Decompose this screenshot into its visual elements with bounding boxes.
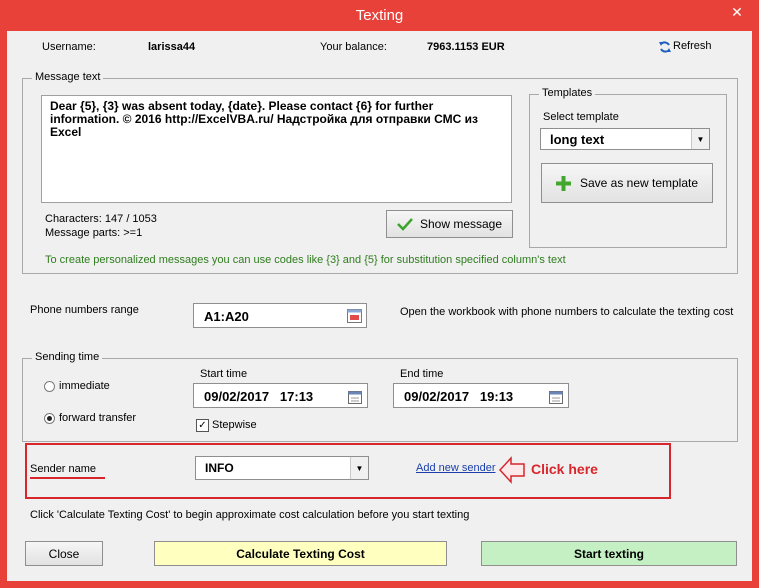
forward-transfer-radio[interactable] [44, 413, 55, 424]
show-message-label: Show message [419, 217, 503, 231]
sender-name-label: Sender name [30, 463, 97, 475]
start-time-label: Start time [200, 368, 248, 380]
username-label: Username: [42, 41, 96, 53]
calculation-hint: Click 'Calculate Texting Cost' to begin … [30, 509, 470, 521]
end-time-value: 09/02/2017 19:13 [404, 389, 514, 404]
window-title: Texting [355, 7, 404, 24]
calculate-cost-label: Calculate Texting Cost [236, 546, 365, 561]
sender-name-value: INFO [205, 461, 234, 475]
message-parts: Message parts: >=1 [45, 227, 143, 239]
save-template-label: Save as new template [579, 176, 699, 190]
balance-label: Your balance: [320, 41, 387, 53]
radio-selected-dot [47, 416, 52, 421]
close-button[interactable]: Close [25, 541, 103, 566]
sender-name-select[interactable]: INFO ▼ [195, 456, 369, 480]
refresh-icon [659, 41, 671, 53]
start-texting-label: Start texting [573, 546, 644, 561]
dialog-body: Username: larissa44 Your balance: 7963.1… [7, 31, 752, 581]
message-textarea[interactable]: Dear {5}, {3} was absent today, {date}. … [41, 95, 512, 203]
username-value: larissa44 [148, 41, 196, 53]
phone-range-label: Phone numbers range [30, 304, 139, 316]
start-time-value: 09/02/2017 17:13 [204, 389, 314, 404]
personalization-hint: To create personalized messages you can … [45, 254, 566, 266]
sending-time-group-title: Sending time [32, 351, 103, 363]
refresh-label: Refresh [673, 40, 712, 52]
calendar-icon[interactable] [348, 390, 362, 404]
immediate-label: immediate [59, 380, 110, 392]
templates-group-title: Templates [539, 87, 596, 99]
template-select-value: long text [550, 132, 605, 147]
plus-icon [555, 175, 571, 191]
end-time-input[interactable]: 09/02/2017 19:13 [393, 383, 569, 408]
checkmark-icon [397, 218, 413, 231]
immediate-radio[interactable] [44, 381, 55, 392]
arrow-left-icon [498, 456, 525, 484]
template-select[interactable]: long text ▼ [540, 128, 710, 150]
phone-range-note: Open the workbook with phone numbers to … [400, 306, 734, 318]
close-label: Close [48, 546, 80, 561]
window-frame: Texting ✕ Username: larissa44 Your balan… [0, 0, 759, 588]
click-here-annotation: Click here [531, 461, 598, 477]
phone-range-input[interactable]: A1:A20 [193, 303, 367, 328]
calendar-icon[interactable] [549, 390, 563, 404]
show-message-button[interactable]: Show message [386, 210, 513, 238]
chevron-down-icon[interactable]: ▼ [691, 129, 709, 149]
stepwise-label: Stepwise [212, 419, 257, 431]
start-texting-button[interactable]: Start texting [481, 541, 737, 566]
save-template-button[interactable]: Save as new template [541, 163, 713, 203]
phone-range-value: A1:A20 [204, 309, 249, 324]
add-new-sender-link[interactable]: Add new sender [416, 462, 496, 474]
select-template-label: Select template [543, 111, 619, 123]
balance-value: 7963.1153 EUR [427, 41, 505, 53]
stepwise-checkbox[interactable]: ✓ [196, 419, 209, 432]
end-time-label: End time [400, 368, 444, 380]
title-bar[interactable]: Texting ✕ [0, 0, 759, 30]
calculate-cost-button[interactable]: Calculate Texting Cost [154, 541, 447, 566]
message-text-group-title: Message text [32, 71, 104, 83]
range-picker-icon[interactable] [347, 309, 362, 323]
forward-transfer-label: forward transfer [59, 412, 137, 424]
start-time-input[interactable]: 09/02/2017 17:13 [193, 383, 368, 408]
refresh-button[interactable]: Refresh [658, 40, 738, 56]
characters-count: Characters: 147 / 1053 [45, 213, 157, 225]
window-close-button[interactable]: ✕ [722, 3, 752, 21]
sender-name-underline [30, 477, 105, 479]
chevron-down-icon[interactable]: ▼ [350, 457, 368, 479]
sending-time-group [22, 358, 738, 442]
